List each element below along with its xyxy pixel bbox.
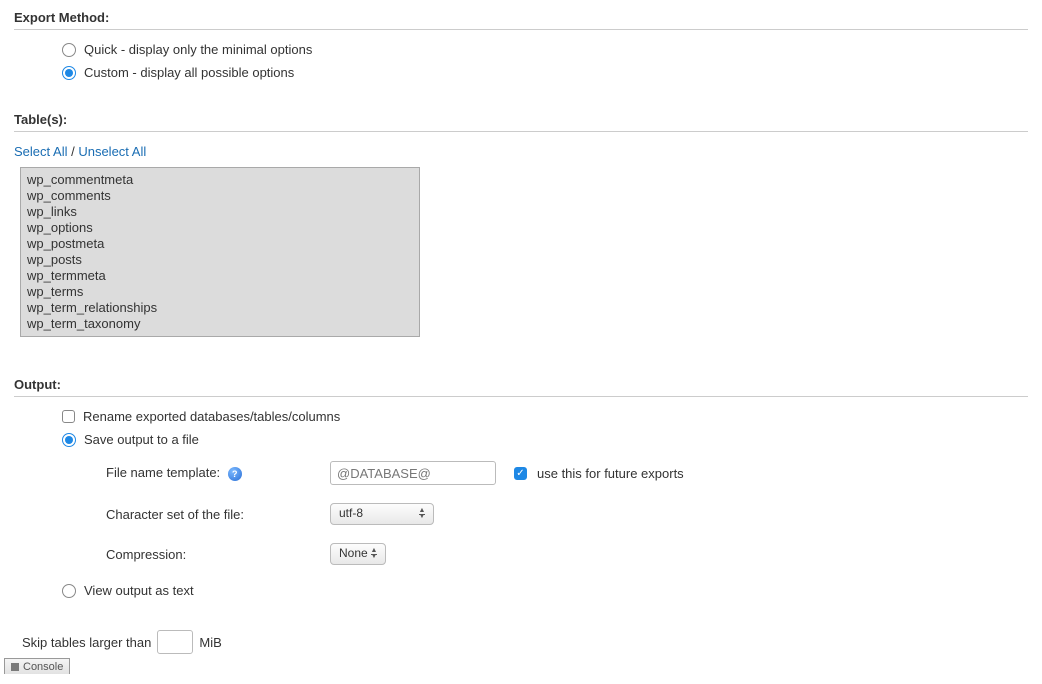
view-as-text-row[interactable]: View output as text [62, 583, 1028, 598]
charset-label: Character set of the file: [106, 507, 316, 522]
list-item[interactable]: wp_commentmeta [27, 172, 413, 188]
filename-template-label: File name template: ? [106, 465, 316, 481]
radio-custom-label: Custom - display all possible options [84, 65, 294, 80]
export-method-custom-row[interactable]: Custom - display all possible options [62, 65, 1028, 80]
charset-select[interactable]: utf-8 ▲▼ [330, 503, 434, 525]
divider [14, 29, 1028, 30]
unselect-all-link[interactable]: Unselect All [78, 144, 146, 159]
skip-prefix: Skip tables larger than [22, 635, 151, 650]
console-label: Console [23, 661, 63, 673]
tables-listbox[interactable]: wp_commentmeta wp_comments wp_links wp_o… [20, 167, 420, 337]
use-future-checkbox[interactable] [514, 467, 527, 480]
list-item[interactable]: wp_termmeta [27, 268, 413, 284]
list-item[interactable]: wp_options [27, 220, 413, 236]
rename-checkbox[interactable] [62, 410, 75, 423]
radio-quick[interactable] [62, 43, 76, 57]
list-item[interactable]: wp_term_taxonomy [27, 316, 413, 332]
console-icon [11, 663, 19, 671]
export-method-title: Export Method: [14, 10, 1028, 25]
radio-save-file[interactable] [62, 433, 76, 447]
list-item[interactable]: wp_posts [27, 252, 413, 268]
rename-label: Rename exported databases/tables/columns [83, 409, 340, 424]
save-to-file-row[interactable]: Save output to a file [62, 432, 1028, 447]
list-item[interactable]: wp_term_relationships [27, 300, 413, 316]
rename-row[interactable]: Rename exported databases/tables/columns [62, 409, 1028, 424]
skip-size-input[interactable] [157, 630, 193, 654]
radio-view-text-label: View output as text [84, 583, 194, 598]
radio-view-text[interactable] [62, 584, 76, 598]
select-all-link[interactable]: Select All [14, 144, 67, 159]
tables-title: Table(s): [14, 112, 1028, 127]
divider [14, 131, 1028, 132]
filename-template-input[interactable] [330, 461, 496, 485]
compression-select[interactable]: None ▲▼ [330, 543, 386, 565]
list-item[interactable]: wp_postmeta [27, 236, 413, 252]
divider [14, 396, 1028, 397]
help-icon[interactable]: ? [228, 467, 242, 481]
skip-suffix: MiB [199, 635, 221, 650]
radio-custom[interactable] [62, 66, 76, 80]
link-separator: / [67, 144, 78, 159]
use-future-label: use this for future exports [537, 466, 684, 481]
list-item[interactable]: wp_links [27, 204, 413, 220]
list-item[interactable]: wp_terms [27, 284, 413, 300]
output-title: Output: [14, 377, 1028, 392]
radio-quick-label: Quick - display only the minimal options [84, 42, 312, 57]
console-tab[interactable]: Console [4, 658, 70, 674]
list-item[interactable]: wp_comments [27, 188, 413, 204]
compression-label: Compression: [106, 547, 316, 562]
radio-save-file-label: Save output to a file [84, 432, 199, 447]
export-method-quick-row[interactable]: Quick - display only the minimal options [62, 42, 1028, 57]
